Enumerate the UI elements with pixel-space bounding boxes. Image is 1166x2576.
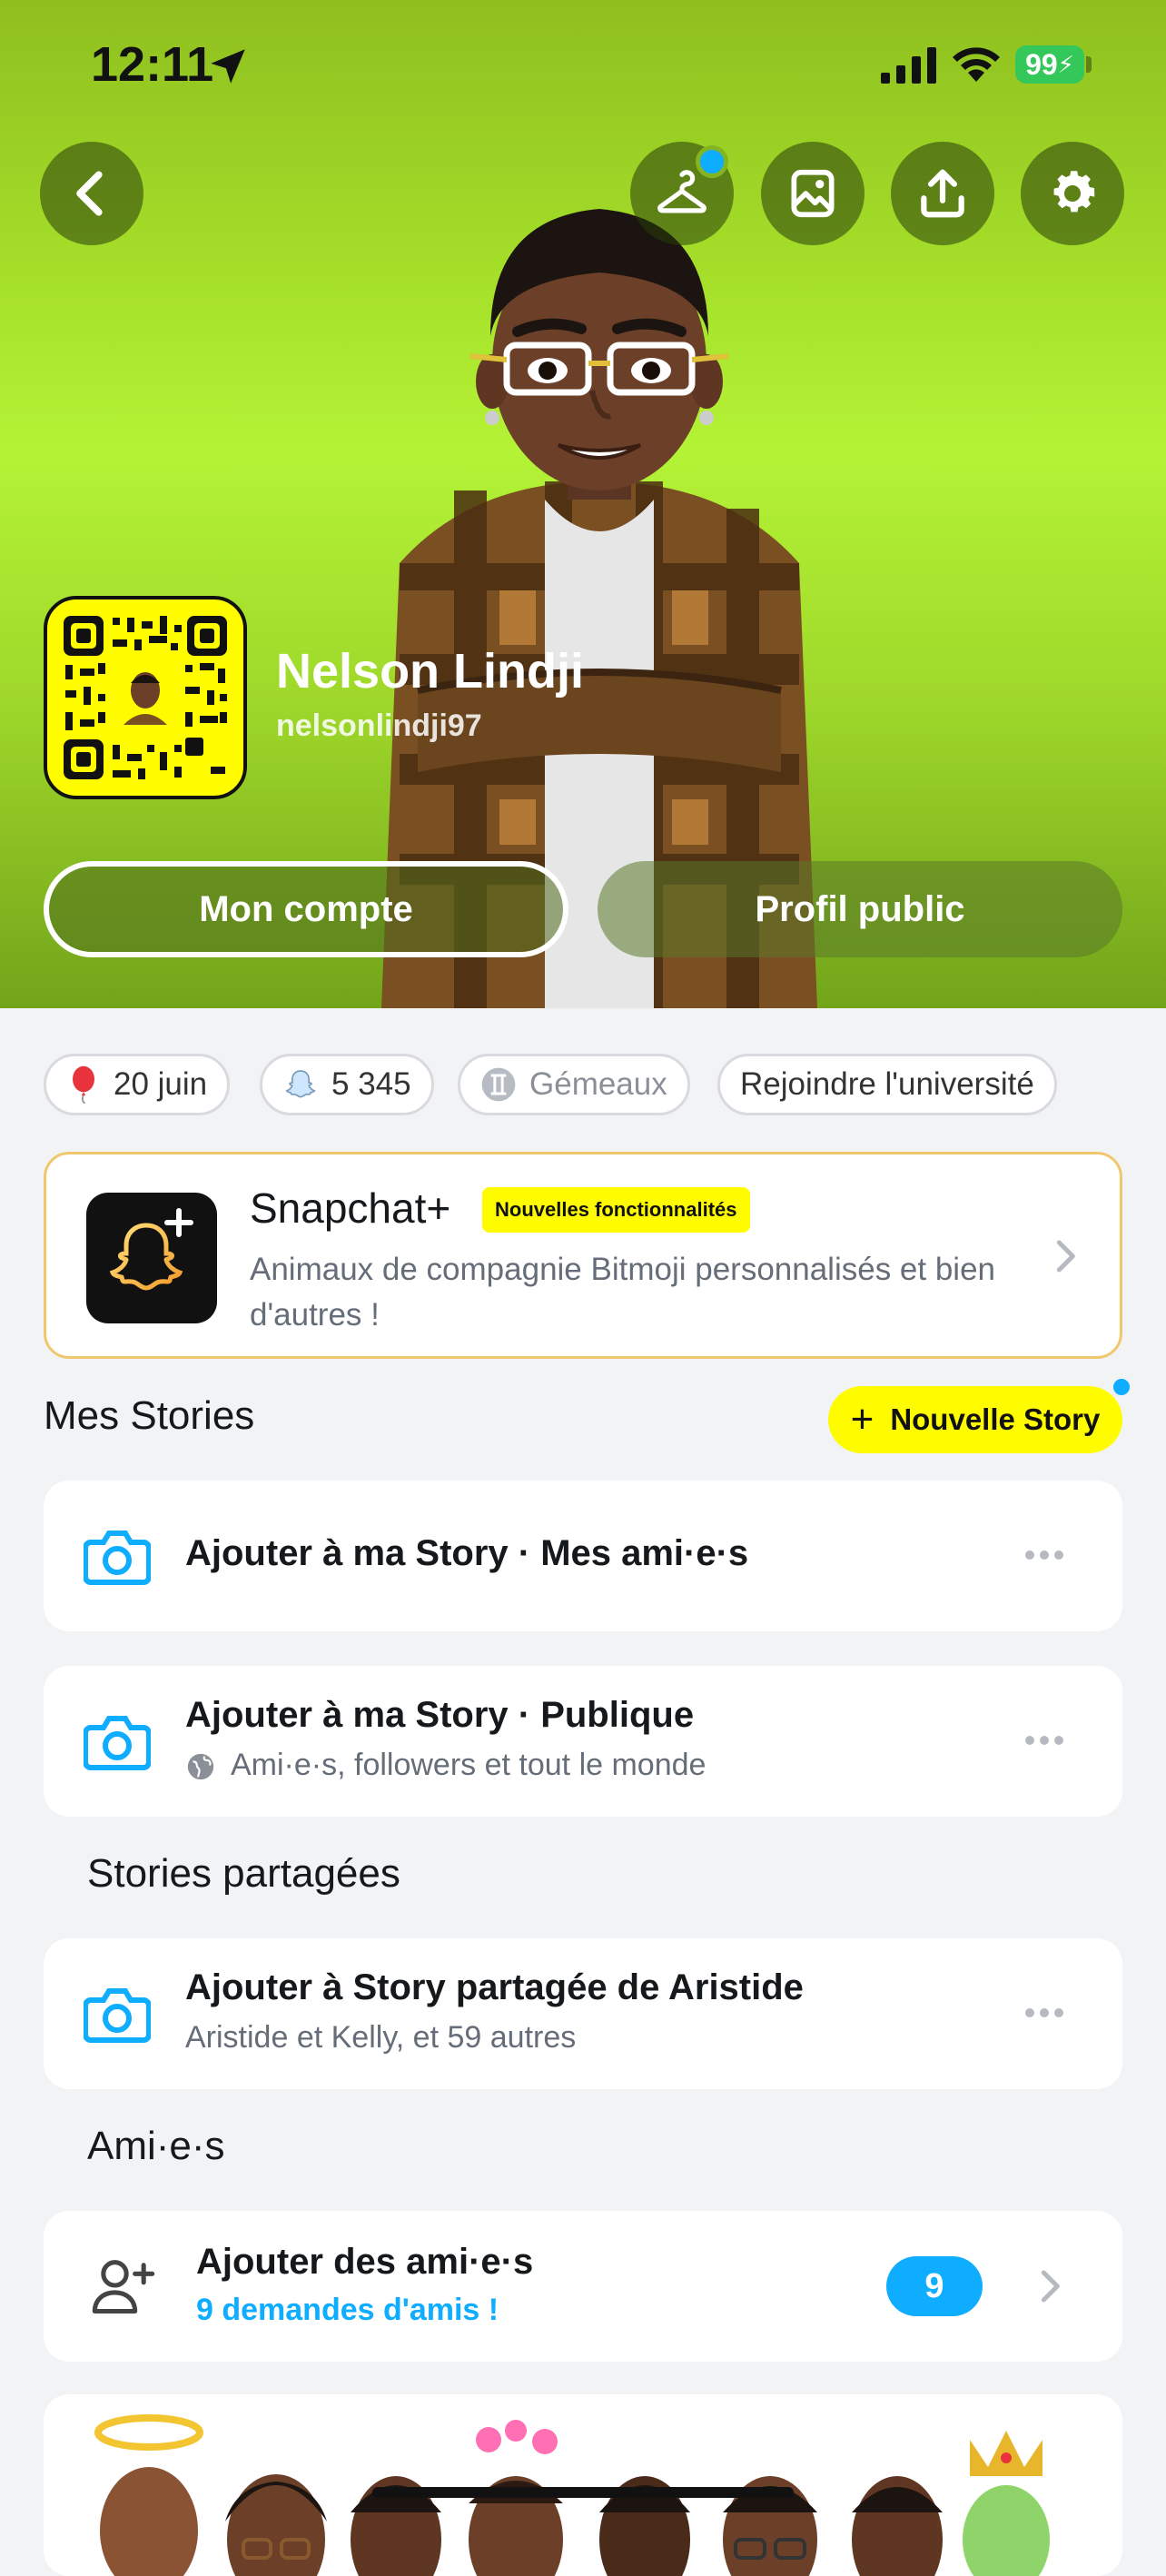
friend-request-count-badge: 9: [886, 2256, 983, 2316]
snap-score-label: 5 345: [331, 1066, 411, 1102]
zodiac-chip[interactable]: Gémeaux: [458, 1054, 690, 1115]
home-indicator: [372, 2487, 794, 2498]
battery-level: 99: [1025, 47, 1058, 81]
new-story-label: Nouvelle Story: [890, 1402, 1101, 1436]
story-card-subtitle: Ami·e·s, followers et tout le monde: [231, 1748, 707, 1782]
new-features-badge: Nouvelles fonctionnalités: [482, 1187, 750, 1233]
shared-story-title: Ajouter à Story partagée de Aristide: [185, 1967, 804, 2007]
chevron-left-icon: [76, 171, 103, 216]
shared-stories-title: Stories partagées: [87, 1851, 400, 1896]
gemini-icon: [481, 1067, 516, 1102]
ghost-plus-icon: [109, 1208, 193, 1291]
camera-icon: [84, 1531, 151, 1585]
back-button[interactable]: [40, 142, 143, 245]
join-university-label: Rejoindre l'université: [740, 1066, 1034, 1102]
snapchat-plus-logo: [86, 1193, 217, 1323]
new-story-notification-dot: [1113, 1379, 1130, 1395]
friend-bitmoji-avatars: [94, 2414, 1050, 2576]
location-arrow-icon: [211, 49, 245, 84]
join-university-chip[interactable]: Rejoindre l'université: [717, 1054, 1057, 1115]
story-card-title: Ajouter à ma Story · Mes ami·e·s: [185, 1533, 749, 1573]
share-profile-button[interactable]: [891, 142, 994, 245]
birthday-label: 20 juin: [114, 1066, 208, 1102]
camera-icon: [84, 1988, 151, 2043]
outfit-notification-dot: [696, 145, 728, 178]
snapcode[interactable]: [44, 596, 247, 799]
status-time: 12:11: [91, 37, 214, 92]
shared-story-subtitle: Aristide et Kelly, et 59 autres: [185, 2020, 577, 2055]
ghost-icon: [285, 1070, 316, 1098]
share-icon: [921, 169, 964, 218]
globe-icon: [187, 1753, 214, 1780]
gear-icon: [1053, 171, 1095, 213]
display-name: Nelson Lindji: [276, 644, 585, 698]
more-options-icon[interactable]: [1024, 2006, 1064, 2020]
balloon-icon: [73, 1065, 94, 1104]
birthday-chip[interactable]: 20 juin: [44, 1054, 231, 1115]
photo-icon: [791, 169, 835, 218]
add-friends-card[interactable]: Ajouter des ami·e·s 9 demandes d'amis ! …: [44, 2211, 1122, 2362]
story-card-title: Ajouter à ma Story · Publique: [185, 1695, 695, 1735]
charging-bolt-icon: ⚡: [1057, 50, 1074, 78]
snapchat-plus-card[interactable]: Snapchat+ Nouvelles fonctionnalités Anim…: [44, 1152, 1122, 1359]
battery-indicator: 99 ⚡: [1015, 45, 1084, 84]
cellular-signal-icon: [881, 47, 936, 84]
snap-score-chip[interactable]: 5 345: [260, 1054, 434, 1115]
chevron-right-icon: [1041, 2270, 1060, 2303]
story-card-public[interactable]: Ajouter à ma Story · Publique Ami·e·s, f…: [44, 1666, 1122, 1817]
chevron-right-icon: [1056, 1240, 1075, 1273]
my-stories-title: Mes Stories: [44, 1393, 255, 1438]
friends-title: Ami·e·s: [87, 2124, 225, 2168]
public-profile-button[interactable]: Profil public: [598, 861, 1122, 957]
wifi-icon: [953, 47, 1000, 82]
status-bar: 12:11 99 ⚡: [0, 0, 1166, 127]
settings-button[interactable]: [1021, 142, 1124, 245]
snapchat-plus-description: Animaux de compagnie Bitmoji personnalis…: [250, 1252, 996, 1333]
friends-bitmoji-row[interactable]: [44, 2394, 1122, 2576]
add-friends-title: Ajouter des ami·e·s: [196, 2242, 534, 2282]
qr-code-icon: [64, 616, 227, 779]
my-account-button[interactable]: Mon compte: [44, 861, 568, 957]
profile-header: 12:11 99 ⚡ Nelson Lindji nelsonlindji97 …: [0, 0, 1166, 1008]
friend-requests-label: 9 demandes d'amis !: [196, 2293, 499, 2327]
add-friend-icon: [92, 2260, 155, 2314]
new-story-button[interactable]: + Nouvelle Story: [828, 1386, 1122, 1453]
shared-story-card[interactable]: Ajouter à Story partagée de Aristide Ari…: [44, 1938, 1122, 2089]
more-options-icon[interactable]: [1024, 1733, 1064, 1748]
plus-icon: +: [850, 1397, 874, 1442]
snapchat-plus-title: Snapchat+: [250, 1184, 451, 1232]
more-options-icon[interactable]: [1024, 1548, 1064, 1562]
username: nelsonlindji97: [276, 708, 482, 743]
camera-icon: [84, 1716, 151, 1770]
zodiac-label: Gémeaux: [529, 1066, 667, 1102]
story-card-friends[interactable]: Ajouter à ma Story · Mes ami·e·s: [44, 1481, 1122, 1631]
memories-photo-button[interactable]: [761, 142, 865, 245]
battery-cap: [1086, 56, 1092, 73]
